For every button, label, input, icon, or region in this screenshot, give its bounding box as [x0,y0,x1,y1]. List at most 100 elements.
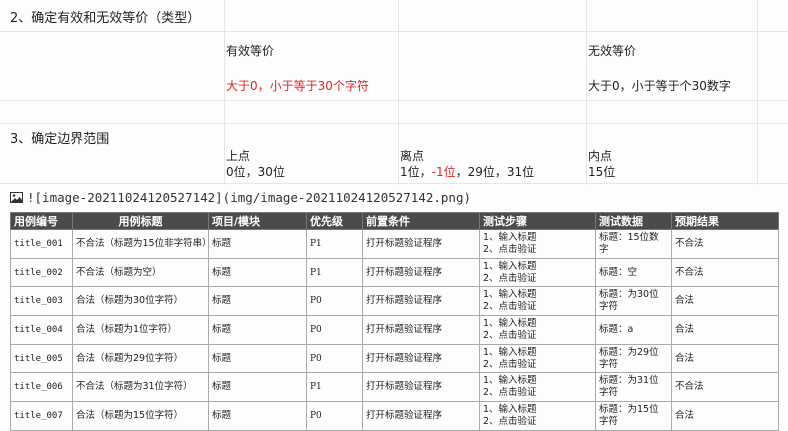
image-reference[interactable]: ![image-20211024120527142](img/image-202… [10,190,471,205]
case-module: 标题 [208,315,307,345]
step-2: 2、点击验证 [483,387,537,399]
case-expected: 不合法 [671,229,779,259]
off-point-value-a: 1位， [400,165,432,179]
case-precondition: 打开标题验证程序 [362,229,480,259]
case-precondition: 打开标题验证程序 [362,315,480,345]
inner-point-header: 内点 [588,149,613,163]
off-point-header: 离点 [400,149,425,163]
step-1: 1、输入标题 [483,403,537,415]
case-data: 标题：为31位字符 [595,372,672,403]
case-module: 标题 [208,372,307,403]
step-2: 2、点击验证 [483,415,537,427]
table-row: title_002 不合法（标题为空） 标题 P1 打开标题验证程序 1、输入标… [10,257,779,288]
case-id: title_003 [10,286,73,317]
case-expected: 合法 [671,343,779,374]
test-case-table: 用例编号 用例标题 项目/模块 优先级 前置条件 测试步骤 测试数据 预期结果 … [10,212,779,431]
header-module: 项目/模块 [208,212,307,230]
step-2: 2、点击验证 [483,329,537,341]
case-title: 不合法（标题为空） [72,257,209,288]
case-precondition: 打开标题验证程序 [362,343,480,374]
case-expected: 合法 [671,286,779,317]
table-header-row: 用例编号 用例标题 项目/模块 优先级 前置条件 测试步骤 测试数据 预期结果 [10,212,779,230]
step-1: 1、输入标题 [483,346,537,358]
table-row: title_003 合法（标题为30位字符） 标题 P0 打开标题验证程序 1、… [10,286,779,317]
case-module: 标题 [208,229,307,259]
case-title: 合法（标题为1位字符） [72,315,209,345]
case-priority: P0 [306,343,363,374]
table-row: title_004 合法（标题为1位字符） 标题 P0 打开标题验证程序 1、输… [10,315,779,345]
case-module: 标题 [208,257,307,288]
case-expected: 合法 [671,315,779,345]
case-expected: 不合法 [671,257,779,288]
case-id: title_006 [10,372,73,403]
header-priority: 优先级 [306,212,363,230]
step-2: 2、点击验证 [483,301,537,313]
step-1: 1、输入标题 [483,289,537,301]
case-data: 标题：为29位字符 [595,343,672,374]
valid-equivalence-value: 大于0，小于等于30个字符 [226,79,369,93]
case-title: 不合法（标题为31位字符） [72,372,209,403]
header-case-title: 用例标题 [72,212,209,230]
case-module: 标题 [208,286,307,317]
case-steps: 1、输入标题 2、点击验证 [479,229,596,259]
case-title: 合法（标题为29位字符） [72,343,209,374]
invalid-equivalence-header: 无效等价 [588,44,637,58]
image-icon [10,192,23,203]
case-data: 标题：为30位字符 [595,286,672,317]
case-precondition: 打开标题验证程序 [362,286,480,317]
step-2: 2、点击验证 [483,272,537,284]
table-row: title_001 不合法（标题为15位非字符串） 标题 P1 打开标题验证程序… [10,229,779,259]
header-precondition: 前置条件 [362,212,480,230]
case-priority: P1 [306,257,363,288]
upper-point-header: 上点 [226,149,251,163]
case-expected: 不合法 [671,372,779,403]
case-id: title_007 [10,401,73,431]
step-1: 1、输入标题 [483,260,537,272]
header-test-steps: 测试步骤 [479,212,596,230]
case-id: title_004 [10,315,73,345]
step-2: 2、点击验证 [483,358,537,370]
case-data: 标题：为15位字符 [595,401,672,431]
case-priority: P1 [306,229,363,259]
case-data: 标题：a [595,315,672,345]
case-steps: 1、输入标题 2、点击验证 [479,343,596,374]
case-priority: P0 [306,315,363,345]
step-1: 1、输入标题 [483,317,537,329]
off-point-value-b: ，29位，31位 [455,165,535,179]
off-point-value: 1位，-1位，29位，31位 [400,163,534,180]
header-test-data: 测试数据 [595,212,672,230]
valid-equivalence-header: 有效等价 [226,44,275,58]
case-precondition: 打开标题验证程序 [362,401,480,431]
case-module: 标题 [208,343,307,374]
step-2: 2、点击验证 [483,243,537,255]
case-title: 合法（标题为15位字符） [72,401,209,431]
image-reference-text: ![image-20211024120527142](img/image-202… [27,190,472,205]
case-title: 不合法（标题为15位非字符串） [72,229,209,259]
case-priority: P1 [306,372,363,403]
header-expected-result: 预期结果 [671,212,779,230]
section-3-heading: 3、确定边界范围 [10,132,110,147]
case-expected: 合法 [671,401,779,431]
case-module: 标题 [208,401,307,431]
invalid-equivalence-value: 大于0，小于等于个30数字 [588,79,731,93]
case-id: title_002 [10,257,73,288]
case-steps: 1、输入标题 2、点击验证 [479,372,596,403]
case-priority: P0 [306,401,363,431]
case-precondition: 打开标题验证程序 [362,257,480,288]
case-steps: 1、输入标题 2、点击验证 [479,257,596,288]
case-precondition: 打开标题验证程序 [362,372,480,403]
case-steps: 1、输入标题 2、点击验证 [479,315,596,345]
header-case-id: 用例编号 [10,212,73,230]
case-data: 标题：空 [595,257,672,288]
off-point-value-negative: -1位 [431,165,456,179]
table-row: title_006 不合法（标题为31位字符） 标题 P1 打开标题验证程序 1… [10,372,779,403]
step-1: 1、输入标题 [483,231,537,243]
upper-point-value: 0位，30位 [226,165,285,179]
table-row: title_005 合法（标题为29位字符） 标题 P0 打开标题验证程序 1、… [10,343,779,374]
case-steps: 1、输入标题 2、点击验证 [479,286,596,317]
section-2-heading: 2、确定有效和无效等价（类型） [10,11,201,26]
table-row: title_007 合法（标题为15位字符） 标题 P0 打开标题验证程序 1、… [10,401,779,431]
inner-point-value: 15位 [588,165,616,179]
case-steps: 1、输入标题 2、点击验证 [479,401,596,431]
case-id: title_001 [10,229,73,259]
